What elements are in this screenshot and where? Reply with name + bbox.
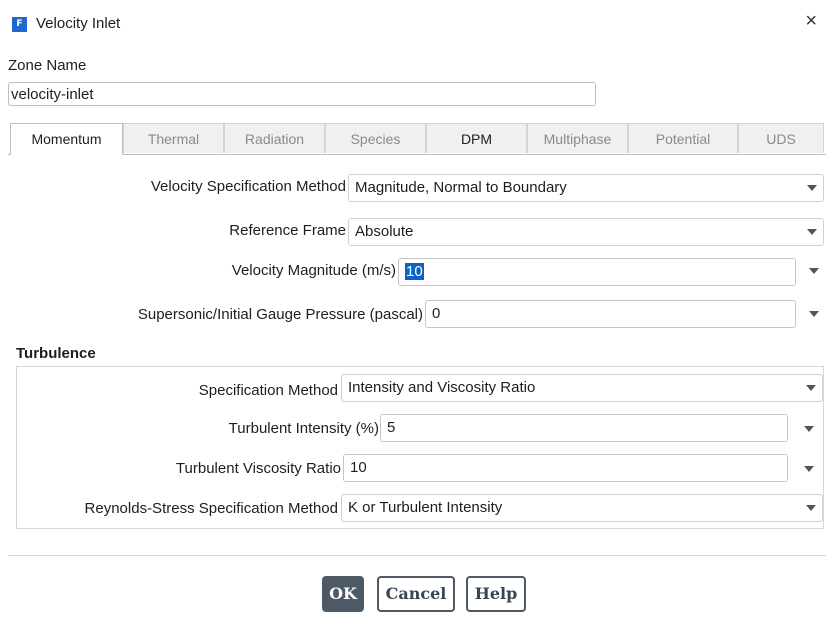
tab-multiphase[interactable]: Multiphase [527,123,628,153]
chevron-down-icon [806,505,816,511]
turb-intensity-input[interactable]: 5 [380,414,788,442]
reference-frame-select[interactable]: Absolute [348,218,824,246]
chevron-down-icon[interactable] [804,466,814,472]
reynolds-stress-label: Reynolds-Stress Specification Method [84,500,338,517]
tab-bar: Momentum Thermal Radiation Species DPM M… [10,123,824,155]
chevron-down-icon[interactable] [804,426,814,432]
window-title: Velocity Inlet [36,15,121,32]
gauge-pressure-value: 0 [432,305,441,322]
reynolds-stress-value: K or Turbulent Intensity [348,499,503,516]
chevron-down-icon[interactable] [809,268,819,274]
tab-dpm[interactable]: DPM [426,123,527,153]
tab-species[interactable]: Species [325,123,426,153]
reference-frame-value: Absolute [355,223,414,240]
chevron-down-icon [807,185,817,191]
turb-spec-method-value: Intensity and Viscosity Ratio [348,379,536,396]
gauge-pressure-input[interactable]: 0 [425,300,796,328]
chevron-down-icon [807,229,817,235]
turb-spec-method-label: Specification Method [198,382,338,399]
tab-potential[interactable]: Potential [628,123,738,153]
turb-viscosity-ratio-input[interactable]: 10 [343,454,788,482]
velocity-magnitude-value: 10 [405,263,424,280]
reference-frame-label: Reference Frame [229,222,346,239]
velocity-spec-value: Magnitude, Normal to Boundary [355,179,567,196]
tab-thermal[interactable]: Thermal [123,123,224,153]
zone-name-label: Zone Name [8,57,87,74]
turb-intensity-value: 5 [387,419,396,436]
tab-momentum[interactable]: Momentum [10,123,123,155]
turb-viscosity-ratio-value: 10 [350,459,367,476]
velocity-magnitude-label: Velocity Magnitude (m/s) [231,262,396,279]
turbulence-heading: Turbulence [16,345,96,362]
turb-spec-method-select[interactable]: Intensity and Viscosity Ratio [341,374,823,402]
tab-uds[interactable]: UDS [738,123,824,153]
zone-name-input[interactable]: velocity-inlet [8,82,596,106]
turb-intensity-label: Turbulent Intensity (%) [228,420,379,437]
reynolds-stress-select[interactable]: K or Turbulent Intensity [341,494,823,522]
tab-divider [8,154,826,155]
chevron-down-icon[interactable] [809,311,819,317]
footer-divider [8,555,826,556]
cancel-button[interactable]: Cancel [377,576,455,612]
fluent-app-icon: F [12,17,27,32]
turb-viscosity-ratio-label: Turbulent Viscosity Ratio [175,460,341,477]
velocity-spec-label: Velocity Specification Method [150,178,346,195]
velocity-magnitude-input[interactable]: 10 [398,258,796,286]
close-icon[interactable]: × [805,10,817,33]
tab-radiation[interactable]: Radiation [224,123,325,153]
gauge-pressure-label: Supersonic/Initial Gauge Pressure (pasca… [137,306,423,323]
ok-button[interactable]: OK [322,576,364,612]
velocity-spec-select[interactable]: Magnitude, Normal to Boundary [348,174,824,202]
chevron-down-icon [806,385,816,391]
help-button[interactable]: Help [466,576,526,612]
